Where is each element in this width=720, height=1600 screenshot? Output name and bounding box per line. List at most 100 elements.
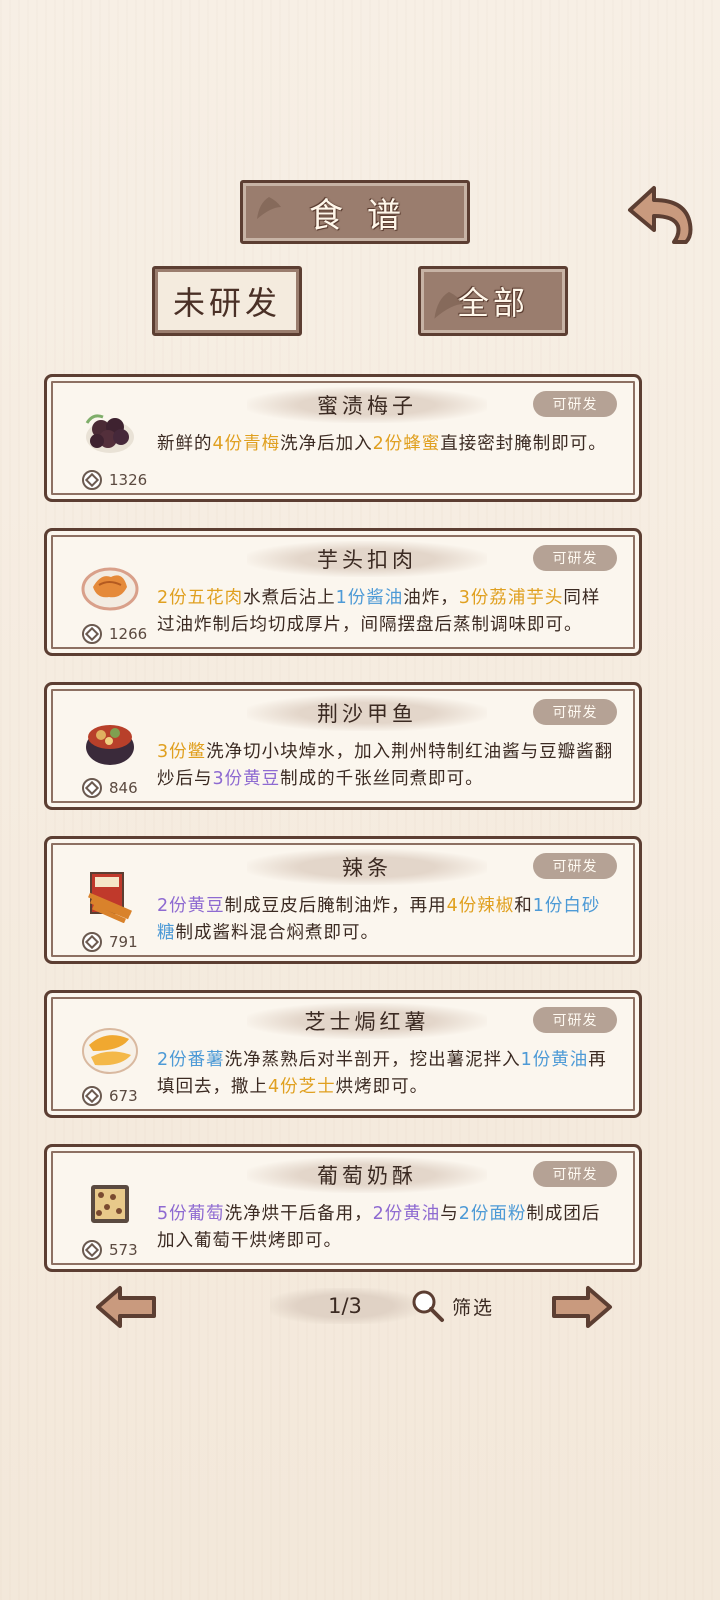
ingredient-highlight: 4份辣椒 xyxy=(446,896,515,916)
ingredient-highlight: 2份黄豆 xyxy=(157,896,225,916)
coin-icon xyxy=(82,1240,102,1260)
filter-label: 筛选 xyxy=(452,1296,495,1319)
description-text: 与 xyxy=(440,1204,459,1224)
recipe-name: 辣条 xyxy=(342,856,392,880)
status-badge: 可研发 xyxy=(533,1161,617,1187)
recipe-card[interactable]: 791 辣条 可研发 2份黄豆制成豆皮后腌制油炸，再用4份辣椒和1份白砂糖制成酱… xyxy=(44,836,642,964)
coin-icon xyxy=(82,470,102,490)
cost-value: 573 xyxy=(109,1241,138,1259)
recipe-name: 葡萄奶酥 xyxy=(317,1164,417,1188)
coin-icon xyxy=(82,624,102,644)
ingredient-highlight: 2份面粉 xyxy=(458,1204,527,1224)
description-text: 油炸， xyxy=(403,588,459,608)
pork-dish-icon xyxy=(81,567,139,611)
ingredient-highlight: 2份五花肉 xyxy=(157,588,244,608)
status-badge: 可研发 xyxy=(533,853,617,879)
status-label: 可研发 xyxy=(552,1013,598,1029)
pagination-bar: 1/3 筛选 xyxy=(0,1284,720,1334)
back-arrow-icon[interactable] xyxy=(624,180,698,246)
recipe-card[interactable]: 1266 芋头扣肉 可研发 2份五花肉水煮后沾上1份酱油油炸，3份荔浦芋头同样过… xyxy=(44,528,642,656)
status-badge: 可研发 xyxy=(533,391,617,417)
status-badge: 可研发 xyxy=(533,1007,617,1033)
description-text: 制成酱料混合焖煮即可。 xyxy=(175,923,379,943)
cost: 846 xyxy=(81,777,138,799)
status-label: 可研发 xyxy=(552,705,598,721)
turtle-stew-icon xyxy=(86,725,134,765)
coin-icon xyxy=(82,1086,102,1106)
cost: 791 xyxy=(81,931,138,953)
ginkgo-leaf-icon xyxy=(257,197,281,219)
cost: 573 xyxy=(81,1239,138,1261)
coin-icon xyxy=(82,778,102,798)
ingredient-highlight: 2份蜂蜜 xyxy=(372,434,441,454)
recipe-card[interactable]: 573 葡萄奶酥 可研发 5份葡萄洗净烘干后备用，2份黄油与2份面粉制成团后加入… xyxy=(44,1144,642,1272)
status-badge: 可研发 xyxy=(533,545,617,571)
ingredient-highlight: 1份黄油 xyxy=(520,1050,589,1070)
recipe-name: 芝士焗红薯 xyxy=(304,1010,430,1034)
recipe-description: 新鲜的4份青梅洗净后加入2份蜂蜜直接密封腌制即可。 xyxy=(157,431,617,458)
cost-value: 1326 xyxy=(109,471,148,489)
recipe-card[interactable]: 846 荆沙甲鱼 可研发 3份鳖洗净切小块焯水，加入荆州特制红油酱与豆瓣酱翻炒后… xyxy=(44,682,642,810)
recipe-name-plate: 辣条 xyxy=(247,849,487,885)
status-label: 可研发 xyxy=(552,1167,598,1183)
raisin-pastry-icon xyxy=(91,1185,129,1223)
cost-value: 1266 xyxy=(109,625,148,643)
cost-value: 673 xyxy=(109,1087,138,1105)
ingredient-highlight: 2份黄油 xyxy=(372,1204,441,1224)
recipe-name-plate: 芝士焗红薯 xyxy=(247,1003,487,1039)
description-text: 新鲜的 xyxy=(157,434,213,454)
cost-value: 846 xyxy=(109,779,138,797)
page-indicator: 1/3 xyxy=(270,1288,420,1324)
description-text: 烘烤即可。 xyxy=(335,1077,429,1097)
page-label: 1/3 xyxy=(328,1294,362,1318)
description-text: 水煮后沾上 xyxy=(243,588,336,608)
recipe-card[interactable]: 673 芝士焗红薯 可研发 2份番薯洗净蒸熟后对半剖开，挖出薯泥拌入1份黄油再填… xyxy=(44,990,642,1118)
cost: 1326 xyxy=(81,469,147,491)
status-badge: 可研发 xyxy=(533,699,617,725)
cost: 1266 xyxy=(81,623,147,645)
description-text: 直接密封腌制即可。 xyxy=(440,434,607,454)
ingredient-highlight: 4份青梅 xyxy=(212,434,281,454)
description-text: 洗净烘干后备用， xyxy=(224,1204,373,1224)
recipe-name: 蜜渍梅子 xyxy=(317,394,417,418)
description-text: 制成的千张丝同煮即可。 xyxy=(280,769,484,789)
ingredient-highlight: 3份黄豆 xyxy=(212,769,281,789)
cost-value: 791 xyxy=(109,933,138,951)
tab-all[interactable]: 全部 xyxy=(418,266,568,336)
recipe-description: 2份番薯洗净蒸熟后对半剖开，挖出薯泥拌入1份黄油再填回去，撒上4份芝士烘烤即可。 xyxy=(157,1047,617,1101)
ingredient-highlight: 2份番薯 xyxy=(157,1050,225,1070)
status-label: 可研发 xyxy=(552,859,598,875)
recipe-card[interactable]: 1326 蜜渍梅子 可研发 新鲜的4份青梅洗净后加入2份蜂蜜直接密封腌制即可。 xyxy=(44,374,642,502)
ingredient-highlight: 1份酱油 xyxy=(335,588,404,608)
description-text: 制成豆皮后腌制油炸，再用 xyxy=(224,896,447,916)
page-title-plate: 食谱 xyxy=(240,180,470,244)
plum-bowl-icon xyxy=(85,414,134,453)
left-arrow-icon[interactable] xyxy=(94,1284,158,1330)
baked-sweet-potato-icon xyxy=(82,1028,138,1074)
cost: 673 xyxy=(81,1085,138,1107)
page-title: 食谱 xyxy=(309,195,425,236)
spicy-strip-icon xyxy=(88,872,132,923)
ginkgo-leaf-icon xyxy=(434,291,464,319)
recipe-description: 2份黄豆制成豆皮后腌制油炸，再用4份辣椒和1份白砂糖制成酱料混合焖煮即可。 xyxy=(157,893,617,947)
ingredient-highlight: 3份鳖 xyxy=(157,742,207,762)
description-text: 洗净后加入 xyxy=(280,434,373,454)
ingredient-highlight: 5份葡萄 xyxy=(157,1204,225,1224)
tab-undeveloped-label: 未研发 xyxy=(172,284,281,322)
recipe-description: 2份五花肉水煮后沾上1份酱油油炸，3份荔浦芋头同样过油炸制后均切成厚片，间隔摆盘… xyxy=(157,585,617,639)
recipe-description: 5份葡萄洗净烘干后备用，2份黄油与2份面粉制成团后加入葡萄干烘烤即可。 xyxy=(157,1201,617,1255)
recipe-description: 3份鳖洗净切小块焯水，加入荆州特制红油酱与豆瓣酱翻炒后与3份黄豆制成的千张丝同煮… xyxy=(157,739,617,793)
filter-button[interactable]: 筛选 xyxy=(410,1284,494,1328)
recipe-name-plate: 荆沙甲鱼 xyxy=(247,695,487,731)
right-arrow-icon[interactable] xyxy=(550,1284,614,1330)
status-label: 可研发 xyxy=(552,397,598,413)
tab-undeveloped[interactable]: 未研发 xyxy=(152,266,302,336)
recipe-name: 荆沙甲鱼 xyxy=(317,702,417,726)
description-text: 和 xyxy=(514,896,533,916)
magnifier-icon xyxy=(412,1290,444,1322)
status-label: 可研发 xyxy=(552,551,598,567)
description-text: 洗净蒸熟后对半剖开，挖出薯泥拌入 xyxy=(224,1050,521,1070)
recipe-name-plate: 蜜渍梅子 xyxy=(247,387,487,423)
ingredient-highlight: 3份荔浦芋头 xyxy=(458,588,564,608)
coin-icon xyxy=(82,932,102,952)
